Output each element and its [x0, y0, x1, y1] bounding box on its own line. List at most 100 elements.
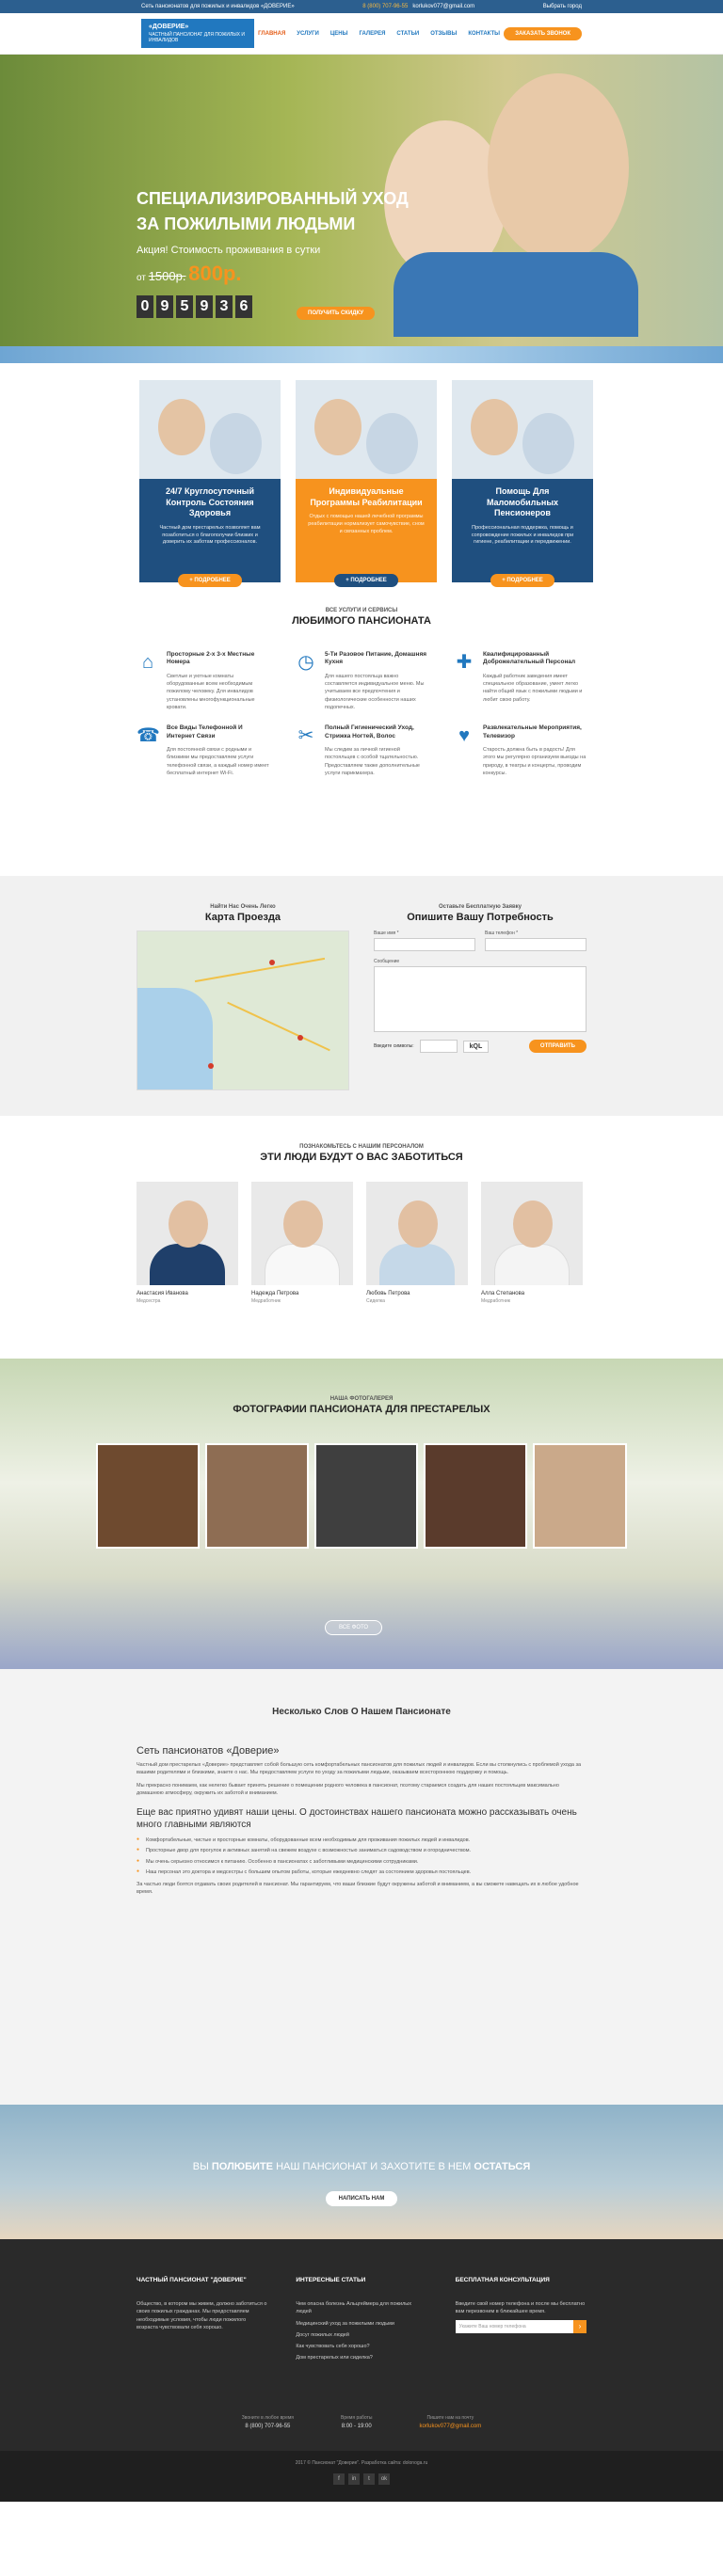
- nav-articles[interactable]: СТАТЬИ: [396, 31, 419, 37]
- callback-phone-input[interactable]: Укажите Ваш номер телефона: [455, 2319, 573, 2333]
- discount-button[interactable]: ПОЛУЧИТЬ СКИДКУ: [297, 307, 376, 320]
- staff-photo: [137, 1182, 238, 1285]
- article-link[interactable]: Досуг пожилых людей: [296, 2331, 426, 2339]
- services-section: ВСЕ УСЛУГИ И СЕРВИСЫ ЛЮБИМОГО ПАНСИОНАТА…: [0, 589, 723, 876]
- logo-title: «ДОВЕРИЕ»: [149, 24, 189, 31]
- cta-banner: ВЫ ПОЛЮБИТЕ НАШ ПАНСИОНАТ И ЗАХОТИТЕ В Н…: [0, 2105, 723, 2239]
- sticky-header-strip: [0, 346, 723, 363]
- about-paragraph: За частью люди боятся отдавать своих род…: [137, 1882, 579, 1896]
- submit-button[interactable]: ОТПРАВИТЬ: [528, 1040, 586, 1053]
- header: «ДОВЕРИЕ» ЧАСТНЫЙ ПАНСИОНАТ ДЛЯ ПОЖИЛЫХ …: [0, 13, 723, 55]
- footer-phone[interactable]: 8 (800) 707-96-55: [242, 2424, 294, 2429]
- all-photos-button[interactable]: ВСЕ ФОТО: [325, 1620, 383, 1635]
- nurse-icon: ✚: [456, 652, 473, 673]
- card-more-button[interactable]: + ПОДРОБНЕЕ: [490, 574, 554, 587]
- twitter-icon[interactable]: t: [363, 2473, 375, 2485]
- hero-title-line2: ЗА ПОЖИЛЫМИ ЛЮДЬМИ: [137, 215, 356, 233]
- phone-input[interactable]: [485, 938, 586, 951]
- name-input[interactable]: [374, 938, 475, 951]
- about-heading: Сеть пансионатов «Доверие»: [137, 1745, 280, 1757]
- map-pin-icon[interactable]: [297, 1035, 303, 1041]
- map-pin-icon[interactable]: [269, 960, 275, 965]
- footer-title: БЕСПЛАТНАЯ КОНСУЛЬТАЦИЯ: [455, 2277, 550, 2283]
- card-more-button[interactable]: + ПОДРОБНЕЕ: [334, 574, 398, 587]
- service-item: ◷ 5-Ти Разовое Питание, Домашняя Кухня Для…: [295, 651, 428, 711]
- message-label: Сообщение: [374, 959, 400, 964]
- top-email[interactable]: korlukov077@gmail.com: [412, 4, 474, 9]
- article-link[interactable]: Медицинский уход за пожилыми людьми: [296, 2320, 426, 2328]
- captcha-code: kQL: [462, 1040, 490, 1053]
- section-title: ЛЮБИМОГО ПАНСИОНАТА: [292, 615, 431, 627]
- city-select[interactable]: Выбрать город: [543, 4, 582, 9]
- facebook-icon[interactable]: f: [333, 2473, 345, 2485]
- map-subtitle: Найти Нас Очень Легко: [210, 904, 276, 910]
- map-pin-icon[interactable]: [208, 1063, 214, 1069]
- card-more-button[interactable]: + ПОДРОБНЕЕ: [178, 574, 242, 587]
- call-button[interactable]: ЗАКАЗАТЬ ЗВОНОК: [504, 26, 582, 40]
- gallery-photo[interactable]: [96, 1443, 200, 1549]
- hero-price: от 1500р. 800р.: [137, 262, 242, 285]
- footer-title: ИНТЕРЕСНЫЕ СТАТЬИ: [296, 2277, 366, 2283]
- gallery-section: НАША ФОТОГАЛЕРЕЯ ФОТОГРАФИИ ПАНСИОНАТА Д…: [0, 1359, 723, 1669]
- staff-member: Анастасия Иванова Медсестра: [137, 1182, 238, 1304]
- nav-contacts[interactable]: КОНТАКТЫ: [468, 31, 500, 37]
- captcha: Введите символы: kQL ОТПРАВИТЬ: [374, 1040, 586, 1053]
- social-links: f in t ok: [0, 2473, 723, 2485]
- route-map[interactable]: [137, 930, 349, 1090]
- map-form-section: Найти Нас Очень Легко Карта Проезда Оста…: [0, 876, 723, 1116]
- logo[interactable]: «ДОВЕРИЕ» ЧАСТНЫЙ ПАНСИОНАТ ДЛЯ ПОЖИЛЫХ …: [141, 19, 254, 48]
- hero: СПЕЦИАЛИЗИРОВАННЫЙ УХОД ЗА ПОЖИЛЫМИ ЛЮДЬМ…: [0, 55, 723, 346]
- cta-text: ВЫ ПОЛЮБИТЕ НАШ ПАНСИОНАТ И ЗАХОТИТЕ В Н…: [192, 2161, 531, 2172]
- gallery-photo[interactable]: [314, 1443, 418, 1549]
- nav-gallery[interactable]: ГАЛЕРЕЯ: [359, 31, 385, 37]
- hero-promo: Акция! Стоимость проживания в сутки: [137, 245, 321, 256]
- nav-services[interactable]: УСЛУГИ: [297, 31, 319, 37]
- footer-hours: 8:00 - 19:00: [341, 2423, 372, 2429]
- feature-card: Индивидуальные Программы Реабилитации Отд…: [296, 380, 437, 587]
- service-item: ✂ Полный Гигиенический Уход, Стрижка Ногт…: [295, 724, 428, 777]
- house-icon: ⌂: [141, 652, 154, 673]
- feature-cards: 24/7 Круглосуточный Контроль Состояния З…: [0, 363, 723, 589]
- gallery-subtitle: НАША ФОТОГАЛЕРЕЯ: [329, 1396, 394, 1402]
- gallery-photo[interactable]: [424, 1443, 527, 1549]
- message-textarea[interactable]: [374, 966, 586, 1032]
- top-bar-text: Сеть пансионатов для пожилых и инвалидов…: [141, 4, 295, 9]
- request-form: Оставьте Бесплатную Заявку Опишите Вашу …: [374, 904, 586, 1116]
- feature-card: Помощь Для Маломобильных Пенсионеров Проф…: [452, 380, 593, 587]
- service-item: ⌂ Просторные 2-х 3-х Местные Номера Светлы…: [137, 651, 270, 711]
- page: Сеть пансионатов для пожилых и инвалидов…: [0, 0, 723, 2502]
- hero-text: СПЕЦИАЛИЗИРОВАННЫЙ УХОД ЗА ПОЖИЛЫМИ ЛЮДЬМ…: [137, 186, 409, 318]
- top-phone[interactable]: 8 (800) 707-96-55: [362, 4, 408, 9]
- top-bar: Сеть пансионатов для пожилых и инвалидов…: [0, 0, 723, 13]
- nav-prices[interactable]: ЦЕНЫ: [330, 31, 348, 37]
- write-us-button[interactable]: НАПИСАТЬ НАМ: [325, 2191, 398, 2206]
- about-list: Комфортабельные, чистые и просторные ком…: [137, 1837, 586, 1876]
- article-link[interactable]: Чем опасна болезнь Альцгеймера для пожил…: [296, 2300, 426, 2316]
- footer-email[interactable]: korlukov077@gmail.com: [419, 2424, 481, 2429]
- heart-icon: ♥: [458, 725, 470, 747]
- gallery-photo[interactable]: [533, 1443, 627, 1549]
- callback-form: Укажите Ваш номер телефона ›: [455, 2319, 586, 2333]
- phone-icon: ☎: [137, 725, 160, 747]
- nav-home[interactable]: ГЛАВНАЯ: [258, 31, 285, 37]
- old-price: 1500р.: [148, 269, 186, 283]
- clock-icon: ◷: [297, 652, 314, 673]
- nav-reviews[interactable]: ОТЗЫВЫ: [430, 31, 457, 37]
- captcha-input[interactable]: [419, 1040, 458, 1053]
- about-subheading: Еще вас приятно удивят наши цены. О дост…: [137, 1807, 577, 1830]
- ok-icon[interactable]: ok: [378, 2473, 390, 2485]
- about-title: Несколько Слов О Нашем Пансионате: [272, 1707, 451, 1717]
- staff-photo: [481, 1182, 583, 1285]
- map-title: Карта Проезда: [204, 912, 281, 923]
- gallery-photo[interactable]: [205, 1443, 309, 1549]
- section-subtitle: ВСЕ УСЛУГИ И СЕРВИСЫ: [325, 608, 398, 613]
- staff-member: Надежда Петрова Медработник: [251, 1182, 353, 1304]
- new-price: 800р.: [188, 262, 242, 285]
- send-arrow-icon[interactable]: ›: [572, 2319, 586, 2333]
- footer-contacts: Звоните в любое время 8 (800) 707-96-55 В…: [241, 2414, 482, 2429]
- article-link[interactable]: Дом престарелых или сиделка?: [296, 2354, 426, 2361]
- staff-title: ЭТИ ЛЮДИ БУДУТ О ВАС ЗАБОТИТЬСЯ: [260, 1152, 463, 1163]
- vk-icon[interactable]: in: [348, 2473, 360, 2485]
- article-link[interactable]: Как чувствовать себя хорошо?: [296, 2343, 426, 2350]
- phone-label: Ваш телефон *: [485, 930, 519, 936]
